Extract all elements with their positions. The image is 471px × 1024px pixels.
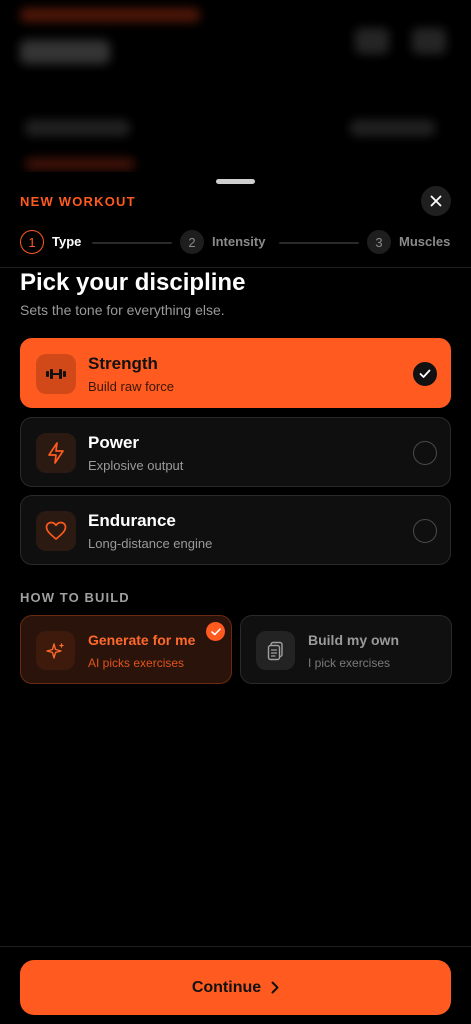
stepper: 1 Type 2 Intensity 3 Muscles	[20, 230, 451, 254]
check-icon	[210, 627, 221, 635]
background-title-bar	[20, 40, 110, 64]
build-option-title: Build my own	[308, 632, 399, 648]
sheet-grabber[interactable]	[216, 179, 255, 184]
discipline-option-strength[interactable]: Strength Build raw force	[20, 338, 451, 408]
close-button[interactable]	[421, 186, 451, 216]
discipline-title: Strength	[88, 354, 158, 373]
step-2-number[interactable]: 2	[180, 230, 204, 254]
background-button	[355, 28, 389, 54]
build-option-subtitle: I pick exercises	[308, 656, 391, 670]
background-header-bar	[20, 8, 200, 22]
discipline-title: Endurance	[88, 511, 176, 530]
discipline-radio[interactable]	[413, 519, 437, 543]
background-row	[350, 120, 435, 136]
selected-check-badge	[206, 622, 225, 641]
discipline-radio[interactable]	[413, 441, 437, 465]
page-title: Pick your discipline	[20, 269, 246, 296]
close-icon	[430, 195, 442, 207]
dumbbell-icon	[36, 354, 76, 394]
build-option-title: Generate for me	[88, 632, 196, 648]
continue-button[interactable]: Continue	[20, 960, 451, 1015]
background-app	[0, 0, 471, 200]
sparkles-icon	[36, 631, 75, 670]
new-workout-sheet: NEW WORKOUT 1 Type 2 Intensity 3 Muscles…	[0, 172, 471, 1024]
step-3-label[interactable]: Muscles	[399, 234, 450, 249]
heart-icon	[36, 511, 76, 551]
step-connector	[279, 242, 359, 244]
header-divider	[0, 267, 471, 268]
discipline-subtitle: Explosive output	[88, 458, 184, 473]
discipline-subtitle: Long-distance engine	[88, 536, 213, 551]
discipline-title: Power	[88, 433, 140, 452]
step-1-label[interactable]: Type	[52, 234, 81, 249]
chevron-right-icon	[271, 981, 279, 994]
footer-divider	[0, 946, 471, 947]
step-3-number[interactable]: 3	[367, 230, 391, 254]
check-icon	[419, 369, 431, 378]
clipboard-icon	[256, 631, 295, 670]
page-subtitle: Sets the tone for everything else.	[20, 302, 225, 318]
discipline-radio-checked[interactable]	[413, 362, 437, 386]
background-button	[412, 28, 446, 54]
sheet-label: NEW WORKOUT	[20, 194, 136, 209]
background-row	[25, 158, 135, 170]
background-row	[25, 120, 130, 136]
lightning-icon	[36, 433, 76, 473]
build-option-manual[interactable]: Build my own I pick exercises	[240, 615, 452, 684]
step-1-number[interactable]: 1	[20, 230, 44, 254]
discipline-option-endurance[interactable]: Endurance Long-distance engine	[20, 495, 451, 565]
build-option-generate[interactable]: Generate for me AI picks exercises	[20, 615, 232, 684]
step-2-label[interactable]: Intensity	[212, 234, 265, 249]
build-option-subtitle: AI picks exercises	[88, 656, 185, 670]
discipline-subtitle: Build raw force	[88, 379, 174, 394]
how-to-build-label: HOW TO BUILD	[20, 590, 130, 605]
discipline-option-power[interactable]: Power Explosive output	[20, 417, 451, 487]
step-connector	[92, 242, 172, 244]
continue-label: Continue	[191, 978, 262, 996]
